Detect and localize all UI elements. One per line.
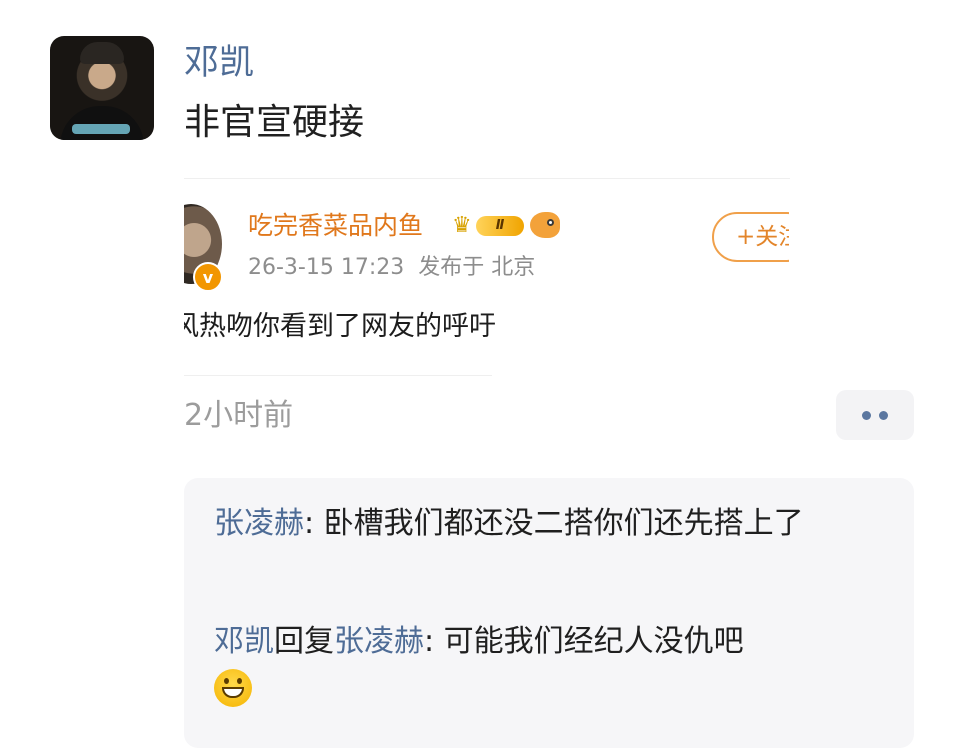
reply-text: 卧槽我们都还没二搭你们还先搭上了 [323, 506, 804, 541]
post-timestamp: 2小时前 [184, 398, 294, 433]
grinning-face-emoji-icon [214, 669, 252, 707]
quote-divider-top [184, 178, 790, 179]
reply-author[interactable]: 邓凯 [214, 624, 274, 659]
post-author-name[interactable]: 邓凯 [184, 40, 254, 86]
avatar-shirt [60, 106, 144, 140]
reply-separator: : [424, 624, 444, 659]
vip-level: Ⅱ [476, 216, 524, 236]
vip-badge: ♛ Ⅱ [452, 213, 526, 239]
more-options-button[interactable] [836, 390, 914, 440]
reply-item[interactable]: 邓凯回复张凌赫: 可能我们经纪人没仇吧 [214, 618, 874, 714]
user-avatar[interactable] [50, 36, 154, 140]
reply-item[interactable]: 张凌赫: 卧槽我们都还没二搭你们还先搭上了 [214, 500, 874, 548]
reply-target[interactable]: 张凌赫 [334, 624, 424, 659]
reply-separator: : [304, 506, 324, 541]
more-dots-icon [862, 410, 871, 420]
reply-list: 张凌赫: 卧槽我们都还没二搭你们还先搭上了 邓凯回复张凌赫: 可能我们经纪人没仇… [184, 478, 914, 748]
avatar-cap [80, 42, 124, 64]
fish-icon [530, 212, 560, 238]
post-text: 非官宣硬接 [184, 102, 365, 143]
reply-word: 回复 [274, 624, 334, 659]
reply-author[interactable]: 张凌赫 [214, 506, 304, 541]
crown-icon: ♛ [452, 213, 472, 238]
verified-badge-icon: v [193, 262, 223, 292]
quoted-post-body: 风热吻你看到了网友的呼吁 [172, 311, 496, 342]
screenshot-crop-edge-left [150, 300, 184, 350]
quoted-post-meta: 26-3-15 17:23 发布于 北京 [248, 255, 536, 280]
avatar-sticker [72, 124, 130, 134]
quoted-author-name[interactable]: 吃完香菜品内鱼 [248, 208, 423, 244]
screenshot-crop-edge [789, 196, 819, 276]
more-dots-icon [879, 410, 888, 420]
reply-text: 可能我们经纪人没仇吧 [443, 624, 744, 659]
quote-divider-bottom [184, 375, 492, 376]
